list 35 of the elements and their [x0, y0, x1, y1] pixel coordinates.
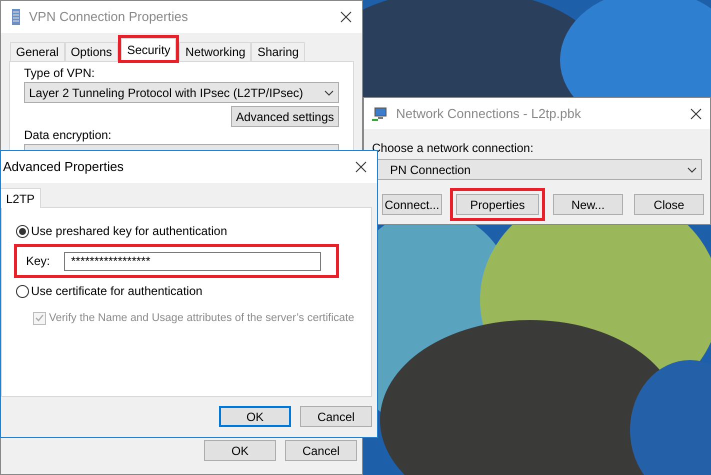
radio-label: Use certificate for authentication — [31, 283, 202, 300]
radio-button[interactable] — [16, 284, 29, 298]
tab[interactable]: L2TP — [1, 188, 41, 208]
field-label: Data encryption: — [24, 128, 112, 142]
tab[interactable]: Options — [64, 42, 118, 61]
close-icon[interactable] — [690, 108, 702, 120]
chevron-down-icon — [324, 90, 334, 96]
key-field[interactable]: ***************** — [64, 252, 321, 270]
dialog-button[interactable]: Close — [634, 194, 704, 215]
close-icon[interactable] — [340, 11, 352, 23]
advanced-settings-button[interactable]: Advanced settings — [230, 106, 339, 127]
network-computer-icon — [372, 106, 388, 120]
window-title: Network Connections - L2tp.pbk — [396, 104, 582, 123]
radio-button[interactable] — [16, 224, 29, 238]
dialog-button[interactable]: Properties — [456, 194, 539, 215]
window-title: Advanced Properties — [3, 158, 125, 176]
dialog-button[interactable]: OK — [219, 406, 291, 427]
dialog-button[interactable]: Cancel — [285, 440, 357, 461]
vpn-type-dropdown[interactable]: Layer 2 Tunneling Protocol with IPsec (L2TP/IPsec) — [24, 82, 339, 103]
radio-label: Use preshared key for authentication — [31, 223, 228, 240]
window-title: VPN Connection Properties — [29, 8, 189, 26]
close-icon[interactable] — [355, 161, 367, 173]
field-label: Key: — [26, 253, 52, 270]
dialog-button[interactable]: OK — [204, 440, 276, 461]
dialog-button[interactable]: New... — [553, 194, 623, 215]
tab[interactable]: Security — [121, 38, 176, 60]
dialog-button[interactable]: Cancel — [300, 406, 372, 427]
field-label: Type of VPN: — [24, 66, 96, 80]
server-icon — [11, 9, 21, 25]
tab[interactable]: General — [10, 42, 65, 61]
tab[interactable]: Networking — [179, 42, 252, 61]
tab[interactable]: Sharing — [251, 42, 305, 61]
chevron-down-icon — [687, 166, 697, 172]
dialog-button[interactable]: Connect... — [382, 194, 442, 215]
checkbox-label: Verify the Name and Usage attributes of the server’s certificate — [49, 311, 354, 326]
